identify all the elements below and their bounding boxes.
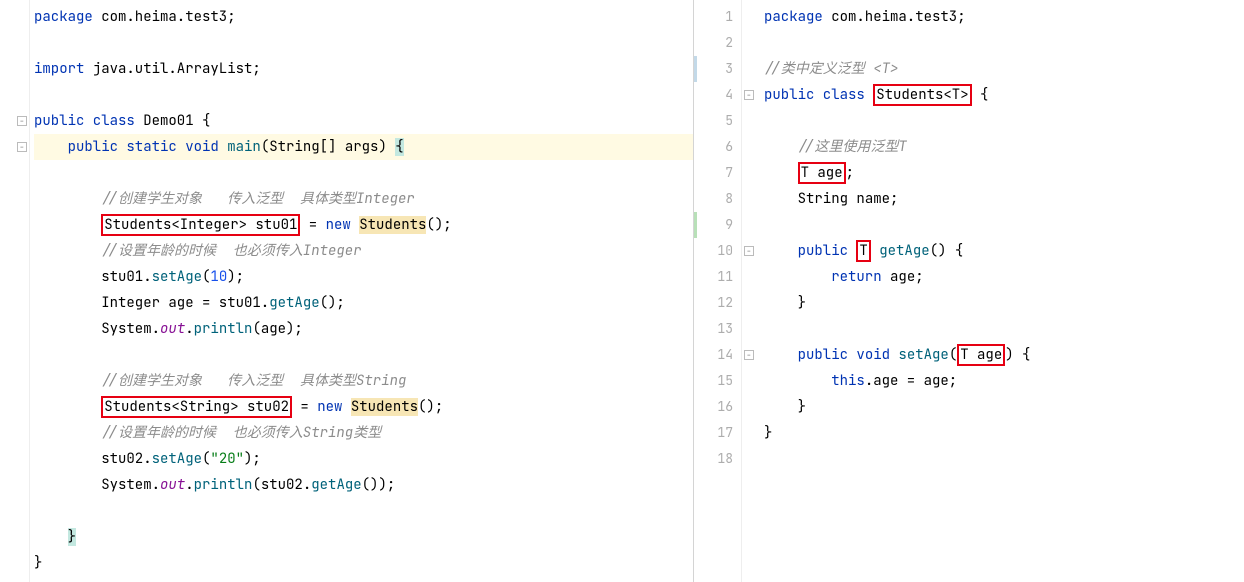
line-number: 9 xyxy=(694,212,741,238)
line-number: 1 xyxy=(694,4,741,30)
line-number: 3 xyxy=(694,56,741,82)
line-number: 13 xyxy=(694,316,741,342)
left-gutter: − 💡− xyxy=(0,0,30,582)
line-number: 18 xyxy=(694,446,741,472)
right-fold-gutter: − − − xyxy=(742,0,760,582)
highlight-field-age: T age xyxy=(798,162,846,184)
right-editor[interactable]: 1 2 3 4 5 6 7 8 9 10 11 12 13 14 15 16 1… xyxy=(694,0,1244,582)
line-number: 17 xyxy=(694,420,741,446)
highlight-param: T age xyxy=(957,344,1005,366)
right-gutter: 1 2 3 4 5 6 7 8 9 10 11 12 13 14 15 16 1… xyxy=(694,0,742,582)
line-number: 5 xyxy=(694,108,741,134)
left-editor-pane: ⚠ 5 ^ ∨ − 💡− package com.heima.test3; im… xyxy=(0,0,694,582)
highlight-students-string: Students<String> stu02 xyxy=(101,396,292,418)
line-number: 10 xyxy=(694,238,741,264)
line-number: 4 xyxy=(694,82,741,108)
line-number: 16 xyxy=(694,394,741,420)
left-code-area[interactable]: package com.heima.test3; import java.uti… xyxy=(30,0,693,582)
line-number: 12 xyxy=(694,290,741,316)
line-number: 6 xyxy=(694,134,741,160)
fold-icon[interactable]: − xyxy=(744,246,754,256)
right-editor-pane: 类中定义泛型 1 2 3 4 5 6 7 8 9 10 11 12 13 14 … xyxy=(694,0,1244,582)
fold-icon[interactable]: − xyxy=(744,350,754,360)
fold-icon[interactable]: − xyxy=(744,90,754,100)
line-number: 14 xyxy=(694,342,741,368)
left-editor[interactable]: − 💡− package com.heima.test3; import jav… xyxy=(0,0,693,582)
line-number: 15 xyxy=(694,368,741,394)
line-number: 2 xyxy=(694,30,741,56)
fold-icon[interactable]: − xyxy=(17,142,27,152)
line-number: 8 xyxy=(694,186,741,212)
fold-icon[interactable]: − xyxy=(17,116,27,126)
highlight-return-type: T xyxy=(856,240,870,262)
right-code-area[interactable]: package com.heima.test3; //类中定义泛型 <T> pu… xyxy=(760,0,1244,582)
highlight-class-decl: Students<T> xyxy=(873,84,971,106)
line-number: 11 xyxy=(694,264,741,290)
line-number: 7 xyxy=(694,160,741,186)
highlight-students-integer: Students<Integer> stu01 xyxy=(101,214,300,236)
